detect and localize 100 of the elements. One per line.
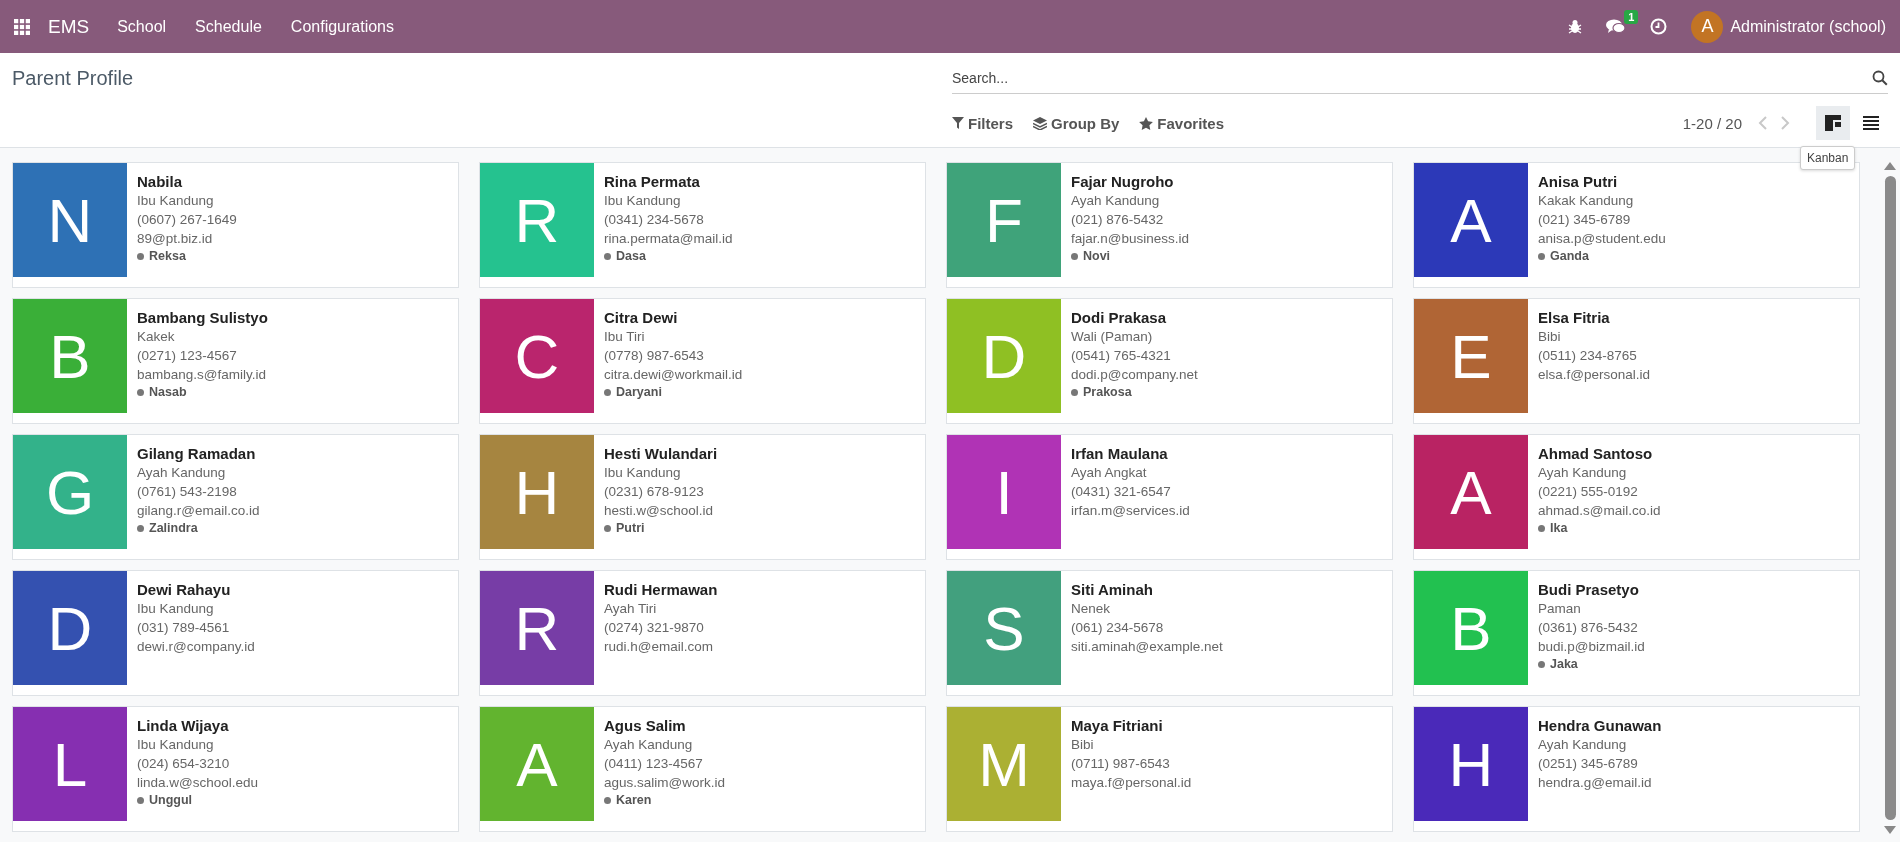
search-icon[interactable] [1872, 70, 1888, 86]
parent-card[interactable]: I Irfan Maulana Ayah Angkat (0431) 321-6547 irfan.m@services.id [946, 434, 1393, 560]
layers-icon [1033, 116, 1047, 130]
menu-item[interactable]: Schedule [195, 17, 262, 36]
tag-label: Jaka [1550, 657, 1578, 671]
phone-text: (024) 654-3210 [137, 755, 230, 773]
parent-name: Dewi Rahayu [137, 581, 231, 598]
phone-text: (021) 345-6789 [1538, 211, 1631, 229]
tag-dot-icon [137, 796, 144, 804]
scroll-down-arrow-icon[interactable] [1884, 826, 1896, 834]
tag-dot-icon [137, 388, 144, 396]
email-text: ahmad.s@mail.co.id [1538, 502, 1661, 520]
parent-name: Irfan Maulana [1071, 445, 1168, 462]
email-text: elsa.f@personal.id [1538, 366, 1650, 384]
relation-text: Ayah Kandung [604, 736, 693, 754]
phone-text: (0541) 765-4321 [1071, 347, 1171, 365]
filter-toggle-button[interactable]: Filters [952, 114, 1013, 132]
phone-text: (0431) 321-6547 [1071, 483, 1171, 501]
parent-card[interactable]: B Budi Prasetyo Paman (0361) 876-5432 budi.p@bizmail.id Jaka [1413, 570, 1860, 696]
app-name[interactable]: EMS [48, 15, 90, 38]
parent-card[interactable]: A Anisa Putri Kakak Kandung (021) 345-6789 anisa.p@student.edu Ganda [1413, 162, 1860, 288]
parent-card[interactable]: N Nabila Ibu Kandung (0607) 267-1649 89@pt.biz.id Reksa [12, 162, 459, 288]
email-text: irfan.m@services.id [1071, 502, 1190, 520]
clock-icon[interactable] [1650, 18, 1668, 35]
parent-card[interactable]: L Linda Wijaya Ibu Kandung (024) 654-3210 linda.w@school.edu Unggul [12, 706, 459, 832]
tag-dot-icon [604, 796, 611, 804]
tag-label: Nasab [149, 385, 187, 399]
parent-card[interactable]: E Elsa Fitria Bibi (0511) 234-8765 elsa.f@personal.id [1413, 298, 1860, 424]
tag-dot-icon [604, 524, 611, 532]
relation-text: Ibu Kandung [137, 192, 214, 210]
initial-avatar: L [13, 707, 127, 821]
parent-card[interactable]: H Hesti Wulandari Ibu Kandung (0231) 678-9123 hesti.w@school.id Putri [479, 434, 926, 560]
email-text: anisa.p@student.edu [1538, 230, 1666, 248]
parent-card[interactable]: M Maya Fitriani Bibi (0711) 987-6543 maya.f@personal.id [946, 706, 1393, 832]
parent-card[interactable]: S Siti Aminah Nenek (061) 234-5678 siti.aminah@example.net [946, 570, 1393, 696]
chat-icon[interactable] [1606, 18, 1627, 35]
email-text: rina.permata@mail.id [604, 230, 733, 248]
parent-name: Agus Salim [604, 717, 686, 734]
relation-text: Ibu Kandung [604, 464, 681, 482]
email-text: maya.f@personal.id [1071, 774, 1192, 792]
initial-avatar: M [947, 707, 1061, 821]
phone-text: (061) 234-5678 [1071, 619, 1164, 637]
phone-text: (0221) 555-0192 [1538, 483, 1638, 501]
parent-name: Fajar Nugroho [1071, 173, 1174, 190]
filter-toggle-button[interactable]: Group By [1033, 114, 1120, 132]
tag-dot-icon [1071, 252, 1078, 260]
relation-text: Ibu Kandung [604, 192, 681, 210]
apps-grid-icon[interactable] [14, 18, 30, 35]
scroll-up-arrow-icon[interactable] [1884, 162, 1896, 170]
parent-name: Citra Dewi [604, 309, 678, 326]
relation-text: Ayah Angkat [1071, 464, 1147, 482]
user-name[interactable]: Administrator (school) [1730, 17, 1886, 36]
initial-avatar: H [480, 435, 594, 549]
parent-card[interactable]: R Rudi Hermawan Ayah Tiri (0274) 321-9870 rudi.h@email.com [479, 570, 926, 696]
initial-avatar: D [947, 299, 1061, 413]
pager-value[interactable]: 1-20 / 20 [1682, 114, 1742, 132]
initial-avatar: F [947, 163, 1061, 277]
parent-card[interactable]: C Citra Dewi Ibu Tiri (0778) 987-6543 citra.dewi@workmail.id Daryani [479, 298, 926, 424]
initial-avatar: A [1414, 163, 1528, 277]
menu-item[interactable]: Configurations [290, 17, 394, 36]
initial-avatar: H [1414, 707, 1528, 821]
user-avatar[interactable]: A [1691, 10, 1724, 43]
filter-toggle-button[interactable]: Favorites [1139, 114, 1225, 132]
parent-name: Nabila [137, 173, 182, 190]
parent-card[interactable]: F Fajar Nugroho Ayah Kandung (021) 876-5432 fajar.n@business.id Novi [946, 162, 1393, 288]
parent-card[interactable]: A Agus Salim Ayah Kandung (0411) 123-4567 agus.salim@work.id Karen [479, 706, 926, 832]
menu-item[interactable]: School [117, 17, 167, 36]
parent-card[interactable]: G Gilang Ramadan Ayah Kandung (0761) 543-2198 gilang.r@email.co.id Zalindra [12, 434, 459, 560]
star-icon [1139, 116, 1154, 130]
tag-label: Ganda [1550, 249, 1589, 263]
tag-label: Reksa [149, 249, 186, 263]
initial-avatar: S [947, 571, 1061, 685]
parent-card[interactable]: D Dewi Rahayu Ibu Kandung (031) 789-4561 dewi.r@company.id [12, 570, 459, 696]
relation-text: Ayah Kandung [1538, 464, 1627, 482]
initial-avatar: R [480, 163, 594, 277]
parent-card[interactable]: R Rina Permata Ibu Kandung (0341) 234-5678 rina.permata@mail.id Dasa [479, 162, 926, 288]
kanban-view-button[interactable] [1816, 106, 1850, 140]
list-icon [1863, 116, 1879, 130]
email-text: linda.w@school.edu [137, 774, 259, 792]
bug-icon[interactable] [1568, 19, 1583, 34]
page-title: Parent Profile [12, 67, 134, 90]
parent-name: Ahmad Santoso [1538, 445, 1653, 462]
tag-label: Novi [1083, 249, 1111, 263]
parent-card[interactable]: H Hendra Gunawan Ayah Kandung (0251) 345-6789 hendra.g@email.id [1413, 706, 1860, 832]
relation-text: Wali (Paman) [1071, 328, 1153, 346]
tag-dot-icon [1538, 524, 1545, 532]
funnel-icon [952, 117, 964, 129]
tag-dot-icon [604, 252, 611, 260]
email-text: citra.dewi@workmail.id [604, 366, 743, 384]
email-text: budi.p@bizmail.id [1538, 638, 1645, 656]
parent-card[interactable]: D Dodi Prakasa Wali (Paman) (0541) 765-4321 dodi.p@company.net Prakosa [946, 298, 1393, 424]
parent-card[interactable]: B Bambang Sulistyo Kakek (0271) 123-4567 bambang.s@family.id Nasab [12, 298, 459, 424]
initial-avatar: G [13, 435, 127, 549]
parent-name: Anisa Putri [1538, 173, 1618, 190]
initial-avatar: A [480, 707, 594, 821]
initial-avatar: D [13, 571, 127, 685]
tag-label: Zalindra [149, 521, 198, 535]
parent-card[interactable]: A Ahmad Santoso Ayah Kandung (0221) 555-0192 ahmad.s@mail.co.id Ika [1413, 434, 1860, 560]
initial-avatar: B [13, 299, 127, 413]
phone-text: (0761) 543-2198 [137, 483, 237, 501]
